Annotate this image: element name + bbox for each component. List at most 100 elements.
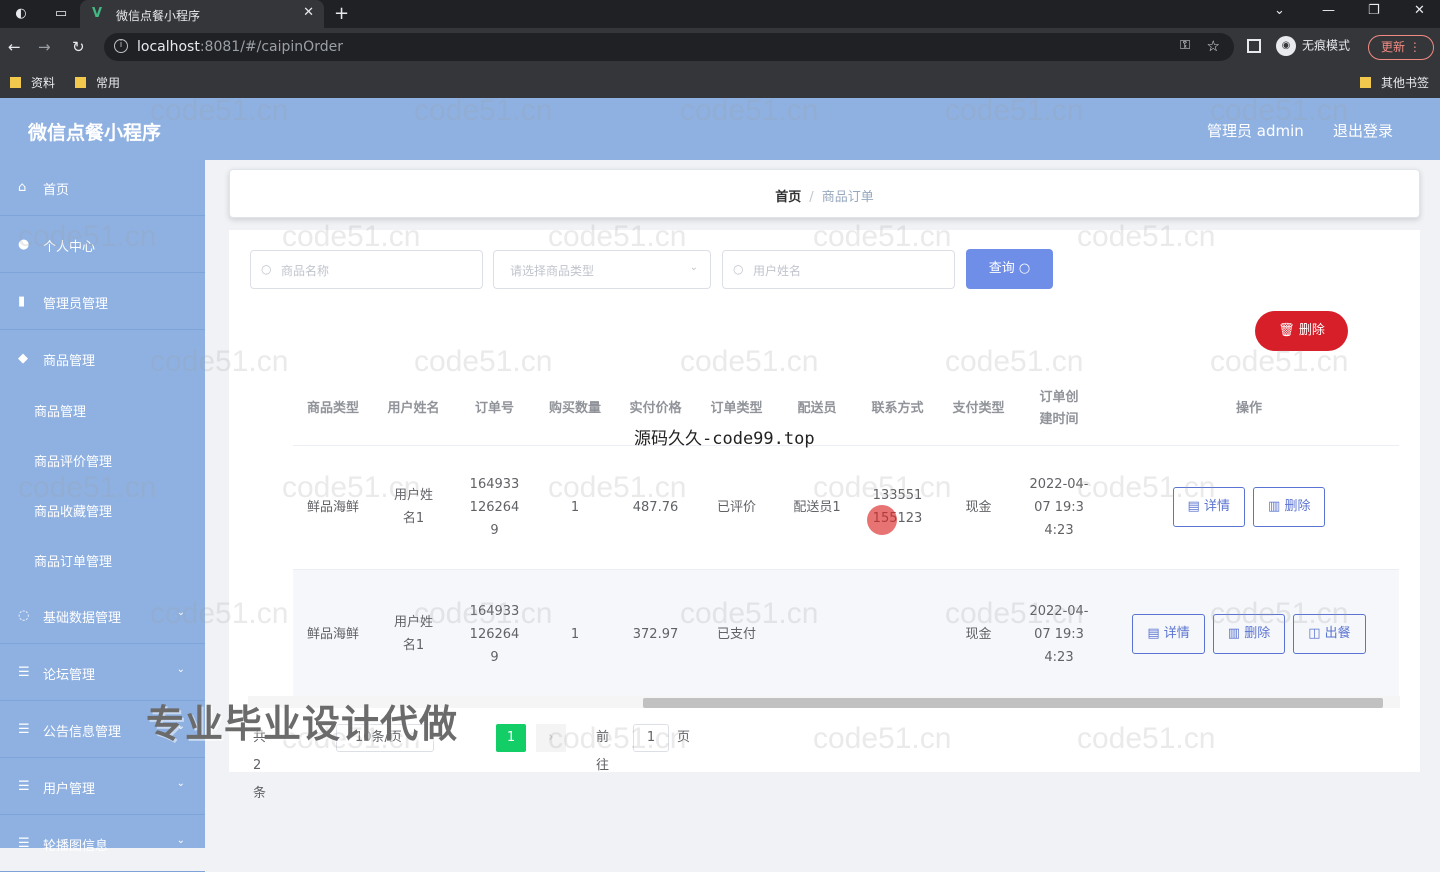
- cell-order-no: 1649331262649: [454, 445, 535, 570]
- tab-close-icon[interactable]: ✕: [303, 5, 314, 20]
- search-icon: ○: [1018, 261, 1031, 276]
- sidebar-item-label: 基础数据管理: [43, 611, 122, 626]
- breadcrumb-current: 商品订单: [821, 190, 874, 205]
- cell-time: 2022-04-07 19:34:23: [1019, 445, 1099, 570]
- col-header: 购买数量: [535, 373, 615, 446]
- forward-icon[interactable]: →: [38, 38, 51, 56]
- incognito-indicator[interactable]: ◉ 无痕模式: [1276, 36, 1350, 56]
- cell-status: 已支付: [696, 569, 777, 700]
- col-header: 支付类型: [938, 373, 1019, 446]
- sidebar-subitem-favorites[interactable]: 商品收藏管理: [0, 484, 205, 534]
- home-icon: ⌂: [18, 180, 27, 195]
- batch-delete-button[interactable]: 🗑 删除: [1255, 311, 1348, 351]
- main-content: ○ 商品名称 请选择商品类型 ⌄ ○ 用户姓名 查询 ○ 🗑 删除 商品类型 用…: [229, 230, 1420, 801]
- cell-price: 372.97: [615, 569, 696, 700]
- table-row: 鲜品海鲜 用户姓名1 1649331262649 1 487.76 已评价 配送…: [293, 445, 1399, 570]
- goods-type-select[interactable]: 请选择商品类型 ⌄: [493, 250, 711, 289]
- side-panel-icon[interactable]: [1247, 39, 1261, 53]
- bookmark-folder-ziliao[interactable]: 资料: [10, 74, 55, 91]
- sidebar-item-label: 轮播图信息: [43, 839, 109, 854]
- input-placeholder: 用户姓名: [753, 264, 802, 278]
- update-button[interactable]: 更新 ⋮: [1368, 35, 1434, 60]
- tab-search-icon[interactable]: ▭: [52, 5, 70, 23]
- app-brand: 微信点餐小程序: [28, 122, 162, 144]
- col-header: 订单号: [454, 373, 535, 446]
- new-tab-button[interactable]: +: [334, 3, 349, 24]
- back-icon[interactable]: ←: [8, 38, 21, 56]
- sidebar-item-label: 论坛管理: [43, 668, 96, 683]
- document-icon: ▤: [1187, 499, 1200, 514]
- sidebar-item-users[interactable]: ☰ 用户管理 ⌄: [0, 759, 205, 815]
- sidebar-subitem-goods[interactable]: 商品管理: [0, 384, 205, 434]
- minimize-icon[interactable]: —: [1322, 3, 1335, 18]
- query-button[interactable]: 查询 ○: [966, 249, 1053, 289]
- window-close-icon[interactable]: ✕: [1414, 3, 1425, 18]
- cell-actions: ▤ 详情 ▥ 删除: [1099, 445, 1399, 570]
- sidebar-item-profile[interactable]: ● 个人中心: [0, 217, 205, 273]
- sidebar-subitem-label: 商品评价管理: [34, 455, 113, 470]
- cell-user: 用户姓名1: [373, 569, 454, 700]
- col-header: 商品类型: [293, 373, 373, 446]
- cell-type: 鲜品海鲜: [293, 445, 373, 570]
- col-header: 联系方式: [857, 373, 938, 446]
- password-key-icon[interactable]: ⚿: [1180, 38, 1190, 53]
- delete-button[interactable]: ▥ 删除: [1253, 487, 1326, 527]
- promo-overlay-text: 专业毕业设计代做: [146, 702, 459, 746]
- document-icon: ▤: [1147, 626, 1160, 641]
- goto-page-input[interactable]: 1: [633, 724, 669, 752]
- col-header: 操作: [1099, 373, 1399, 446]
- table-row: 鲜品海鲜 用户姓名1 1649331262649 1 372.97 已支付 现金…: [293, 569, 1399, 700]
- folder-icon: [1360, 77, 1371, 88]
- breadcrumb-separator: /: [809, 190, 814, 205]
- sidebar-item-admin[interactable]: ▮ 管理员管理: [0, 274, 205, 330]
- goods-name-input[interactable]: ○ 商品名称: [250, 250, 483, 289]
- data-icon: ◌: [18, 608, 30, 623]
- chart-icon: ▮: [18, 294, 26, 309]
- serve-button[interactable]: ◫ 出餐: [1293, 614, 1366, 654]
- delete-button[interactable]: ▥ 删除: [1212, 614, 1286, 654]
- browser-menu-icon[interactable]: ◐: [12, 5, 30, 23]
- bookmarks-bar: 资料 常用 其他书签: [0, 66, 1440, 98]
- browser-tab[interactable]: V 微信点餐小程序 ✕: [80, 0, 324, 28]
- cell-courier: [777, 569, 857, 700]
- next-page-icon[interactable]: ›: [536, 724, 566, 752]
- url-field[interactable]: i localhost:8081/#/caipinOrder ⚿ ☆: [104, 33, 1234, 61]
- bookmark-folder-changyong[interactable]: 常用: [75, 74, 120, 91]
- breadcrumb: 首页 / 商品订单: [230, 186, 1419, 205]
- page-label: 页: [677, 730, 691, 745]
- breadcrumb-home[interactable]: 首页: [775, 190, 801, 205]
- other-bookmarks[interactable]: 其他书签: [1360, 74, 1429, 91]
- scrollbar-thumb[interactable]: [643, 698, 1383, 708]
- goto-label: 前往: [596, 730, 610, 773]
- sidebar-item-goods[interactable]: ◆ 商品管理: [0, 331, 205, 387]
- sidebar-subitem-label: 商品管理: [34, 405, 87, 420]
- vue-logo-icon: V: [92, 6, 103, 21]
- logout-button[interactable]: 退出登录: [1333, 120, 1393, 141]
- reload-icon[interactable]: ↻: [72, 38, 85, 56]
- cell-courier: 配送员1: [777, 445, 857, 570]
- trash-icon: ▥: [1268, 499, 1281, 514]
- detail-button[interactable]: ▤ 详情: [1172, 487, 1245, 527]
- tab-list-icon[interactable]: ⌄: [1274, 3, 1285, 18]
- cell-price: 487.76: [615, 445, 696, 570]
- browser-address-bar: ← → ↻ i localhost:8081/#/caipinOrder ⚿ ☆…: [0, 28, 1440, 66]
- detail-button[interactable]: ▤ 详情: [1132, 614, 1205, 654]
- forum-icon: ☰: [18, 665, 30, 680]
- sidebar-item-label: 首页: [43, 183, 70, 198]
- sidebar-item-basedata[interactable]: ◌ 基础数据管理 ⌄: [0, 588, 205, 644]
- sidebar-subitem-orders[interactable]: 商品订单管理: [0, 534, 205, 584]
- bookmark-star-icon[interactable]: ☆: [1207, 37, 1220, 55]
- page-number-current[interactable]: 1: [496, 724, 526, 752]
- sidebar-subitem-reviews[interactable]: 商品评价管理: [0, 434, 205, 484]
- site-info-icon[interactable]: i: [114, 39, 128, 53]
- restore-icon[interactable]: ❐: [1368, 3, 1380, 18]
- sidebar-item-home[interactable]: ⌂ 首页: [0, 160, 205, 216]
- sidebar-item-label: 管理员管理: [43, 297, 109, 312]
- image-icon: ☰: [18, 836, 30, 851]
- click-indicator: [867, 505, 897, 535]
- user-name-input[interactable]: ○ 用户姓名: [722, 250, 955, 289]
- sidebar-item-carousel[interactable]: ☰ 轮播图信息 ⌄: [0, 816, 205, 872]
- sidebar-item-label: 个人中心: [43, 240, 96, 255]
- cell-phone: 133551155123: [857, 445, 938, 570]
- trash-icon: ▥: [1227, 626, 1241, 641]
